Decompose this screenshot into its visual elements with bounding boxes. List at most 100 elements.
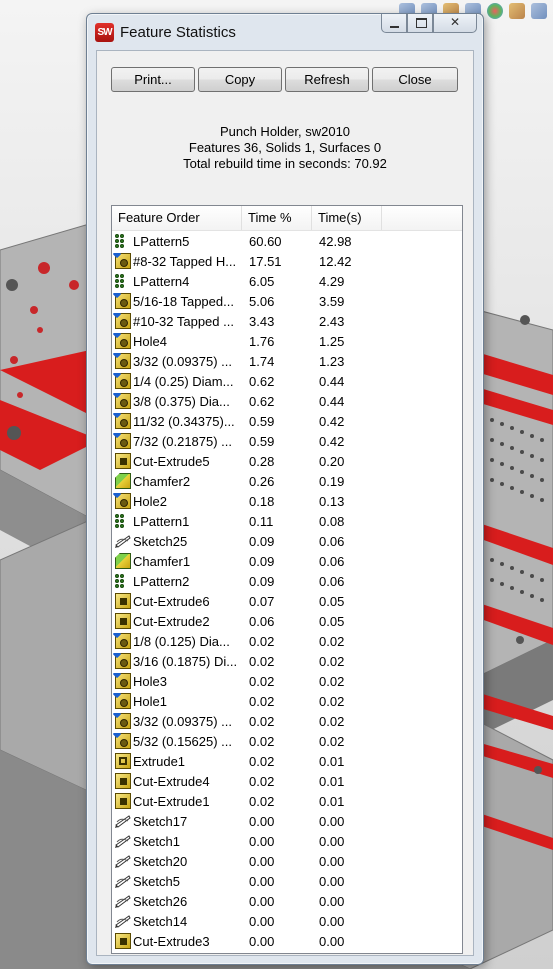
print-button[interactable]: Print... <box>111 67 195 92</box>
column-header-time-percent[interactable]: Time % <box>242 206 312 230</box>
hole-wizard-icon <box>115 293 131 309</box>
copy-button[interactable]: Copy <box>198 67 282 92</box>
table-row[interactable]: Cut-Extrude3 0.00 0.00 <box>112 931 462 951</box>
table-row[interactable]: 3/8 (0.375) Dia... 0.62 0.44 <box>112 391 462 411</box>
time-seconds-cell: 0.02 <box>319 653 345 669</box>
time-seconds-cell: 0.19 <box>319 473 345 489</box>
hole-wizard-icon <box>115 333 131 349</box>
table-row[interactable]: Cut-Extrude5 0.28 0.20 <box>112 451 462 471</box>
table-row[interactable]: Sketch25 0.09 0.06 <box>112 531 462 551</box>
table-row[interactable]: Cut-Extrude2 0.06 0.05 <box>112 611 462 631</box>
table-row[interactable]: LPattern2 0.09 0.06 <box>112 571 462 591</box>
table-row[interactable]: LPattern1 0.11 0.08 <box>112 511 462 531</box>
button-row: Print... Copy Refresh Close <box>111 67 458 92</box>
minimize-button[interactable] <box>381 14 407 33</box>
table-row[interactable]: 11/32 (0.34375)... 0.59 0.42 <box>112 411 462 431</box>
table-row[interactable]: #10-32 Tapped ... 3.43 2.43 <box>112 311 462 331</box>
table-row[interactable]: Sketch26 0.00 0.00 <box>112 891 462 911</box>
close-button[interactable]: Close <box>372 67 458 92</box>
table-row[interactable]: Sketch14 0.00 0.00 <box>112 911 462 931</box>
table-row[interactable]: Sketch20 0.00 0.00 <box>112 851 462 871</box>
time-percent-cell: 0.00 <box>249 893 275 909</box>
feature-name-cell: Sketch17 <box>112 813 242 829</box>
table-row[interactable]: LPattern5 60.60 42.98 <box>112 231 462 251</box>
table-row[interactable]: 3/32 (0.09375) ... 1.74 1.23 <box>112 351 462 371</box>
time-seconds-cell: 0.01 <box>319 753 345 769</box>
time-percent-cell: 0.02 <box>249 793 275 809</box>
column-header-time-seconds[interactable]: Time(s) <box>312 206 382 230</box>
hole-wizard-icon <box>115 673 131 689</box>
table-row[interactable]: Cut-Extrude4 0.02 0.01 <box>112 771 462 791</box>
feature-name-cell: Hole1 <box>112 693 242 709</box>
feature-name-cell: Chamfer2 <box>112 473 242 489</box>
table-row[interactable]: 3/32 (0.09375) ... 0.02 0.02 <box>112 711 462 731</box>
table-row[interactable]: 1/8 (0.125) Dia... 0.02 0.02 <box>112 631 462 651</box>
feature-name-label: Sketch20 <box>133 853 188 869</box>
table-row[interactable]: Extrude1 0.02 0.01 <box>112 751 462 771</box>
hole-wizard-icon <box>115 493 131 509</box>
hole-wizard-icon <box>115 253 131 269</box>
feature-name-label: Cut-Extrude4 <box>133 773 210 789</box>
time-percent-cell: 0.59 <box>249 433 275 449</box>
feature-name-label: Sketch5 <box>133 873 180 889</box>
dialog-titlebar[interactable]: SW Feature Statistics ✕ <box>87 14 483 50</box>
table-row[interactable]: Hole4 1.76 1.25 <box>112 331 462 351</box>
feature-name-cell: 5/32 (0.15625) ... <box>112 733 242 749</box>
feature-name-cell: #10-32 Tapped ... <box>112 313 242 329</box>
feature-name-label: Chamfer1 <box>133 553 191 569</box>
feature-name-cell: 3/32 (0.09375) ... <box>112 353 242 369</box>
time-seconds-cell: 0.00 <box>319 913 345 929</box>
feature-name-label: 11/32 (0.34375)... <box>133 413 235 429</box>
feature-name-cell: Hole4 <box>112 333 242 349</box>
dialog-title: Feature Statistics <box>120 24 236 41</box>
time-percent-cell: 0.02 <box>249 673 275 689</box>
table-row[interactable]: Chamfer2 0.26 0.19 <box>112 471 462 491</box>
sketch-icon <box>115 913 131 929</box>
feature-name-label: 3/32 (0.09375) ... <box>133 353 233 369</box>
hole-wizard-icon <box>115 633 131 649</box>
feature-name-label: Cut-Extrude1 <box>133 793 210 809</box>
table-row[interactable]: Sketch1 0.00 0.00 <box>112 831 462 851</box>
table-row[interactable]: Cut-Extrude6 0.07 0.05 <box>112 591 462 611</box>
feature-name-cell: Sketch1 <box>112 833 242 849</box>
feature-name-cell: Sketch5 <box>112 873 242 889</box>
feature-name-cell: 3/32 (0.09375) ... <box>112 713 242 729</box>
sketch-icon <box>115 853 131 869</box>
table-row[interactable]: Cut-Extrude1 0.02 0.01 <box>112 791 462 811</box>
time-seconds-cell: 0.01 <box>319 773 345 789</box>
time-seconds-cell: 0.02 <box>319 733 345 749</box>
refresh-button[interactable]: Refresh <box>285 67 369 92</box>
table-row[interactable]: LPattern4 6.05 4.29 <box>112 271 462 291</box>
time-seconds-cell: 0.05 <box>319 593 345 609</box>
time-percent-cell: 3.43 <box>249 313 275 329</box>
solidworks-app-icon: SW <box>95 23 114 42</box>
chamfer-icon <box>115 473 131 489</box>
table-row[interactable]: Sketch17 0.00 0.00 <box>112 811 462 831</box>
table-body: LPattern5 60.60 42.98 #8-32 Tapped H... 17.5… <box>112 231 462 951</box>
table-row[interactable]: #8-32 Tapped H... 17.51 12.42 <box>112 251 462 271</box>
table-row[interactable]: Hole2 0.18 0.13 <box>112 491 462 511</box>
table-row[interactable]: 7/32 (0.21875) ... 0.59 0.42 <box>112 431 462 451</box>
feature-name-cell: 1/8 (0.125) Dia... <box>112 633 242 649</box>
maximize-button[interactable] <box>407 14 433 33</box>
time-percent-cell: 6.05 <box>249 273 275 289</box>
feature-name-cell: LPattern1 <box>112 513 242 530</box>
table-row[interactable]: 5/32 (0.15625) ... 0.02 0.02 <box>112 731 462 751</box>
table-row[interactable]: 1/4 (0.25) Diam... 0.62 0.44 <box>112 371 462 391</box>
time-seconds-cell: 0.00 <box>319 813 345 829</box>
time-seconds-cell: 0.00 <box>319 833 345 849</box>
table-row[interactable]: Hole1 0.02 0.02 <box>112 691 462 711</box>
feature-statistics-table[interactable]: Feature Order Time % Time(s) LPattern5 60… <box>111 205 463 954</box>
feature-name-cell: Cut-Extrude6 <box>112 593 242 609</box>
linear-pattern-icon <box>115 233 131 250</box>
time-percent-cell: 0.09 <box>249 553 275 569</box>
column-header-feature-order[interactable]: Feature Order <box>112 206 242 230</box>
table-row[interactable]: Sketch5 0.00 0.00 <box>112 871 462 891</box>
window-close-button[interactable]: ✕ <box>433 14 477 33</box>
table-row[interactable]: 3/16 (0.1875) Di... 0.02 0.02 <box>112 651 462 671</box>
time-seconds-cell: 0.02 <box>319 713 345 729</box>
table-row[interactable]: Chamfer1 0.09 0.06 <box>112 551 462 571</box>
table-row[interactable]: 5/16-18 Tapped... 5.06 3.59 <box>112 291 462 311</box>
table-row[interactable]: Hole3 0.02 0.02 <box>112 671 462 691</box>
feature-name-cell: Cut-Extrude5 <box>112 453 242 469</box>
